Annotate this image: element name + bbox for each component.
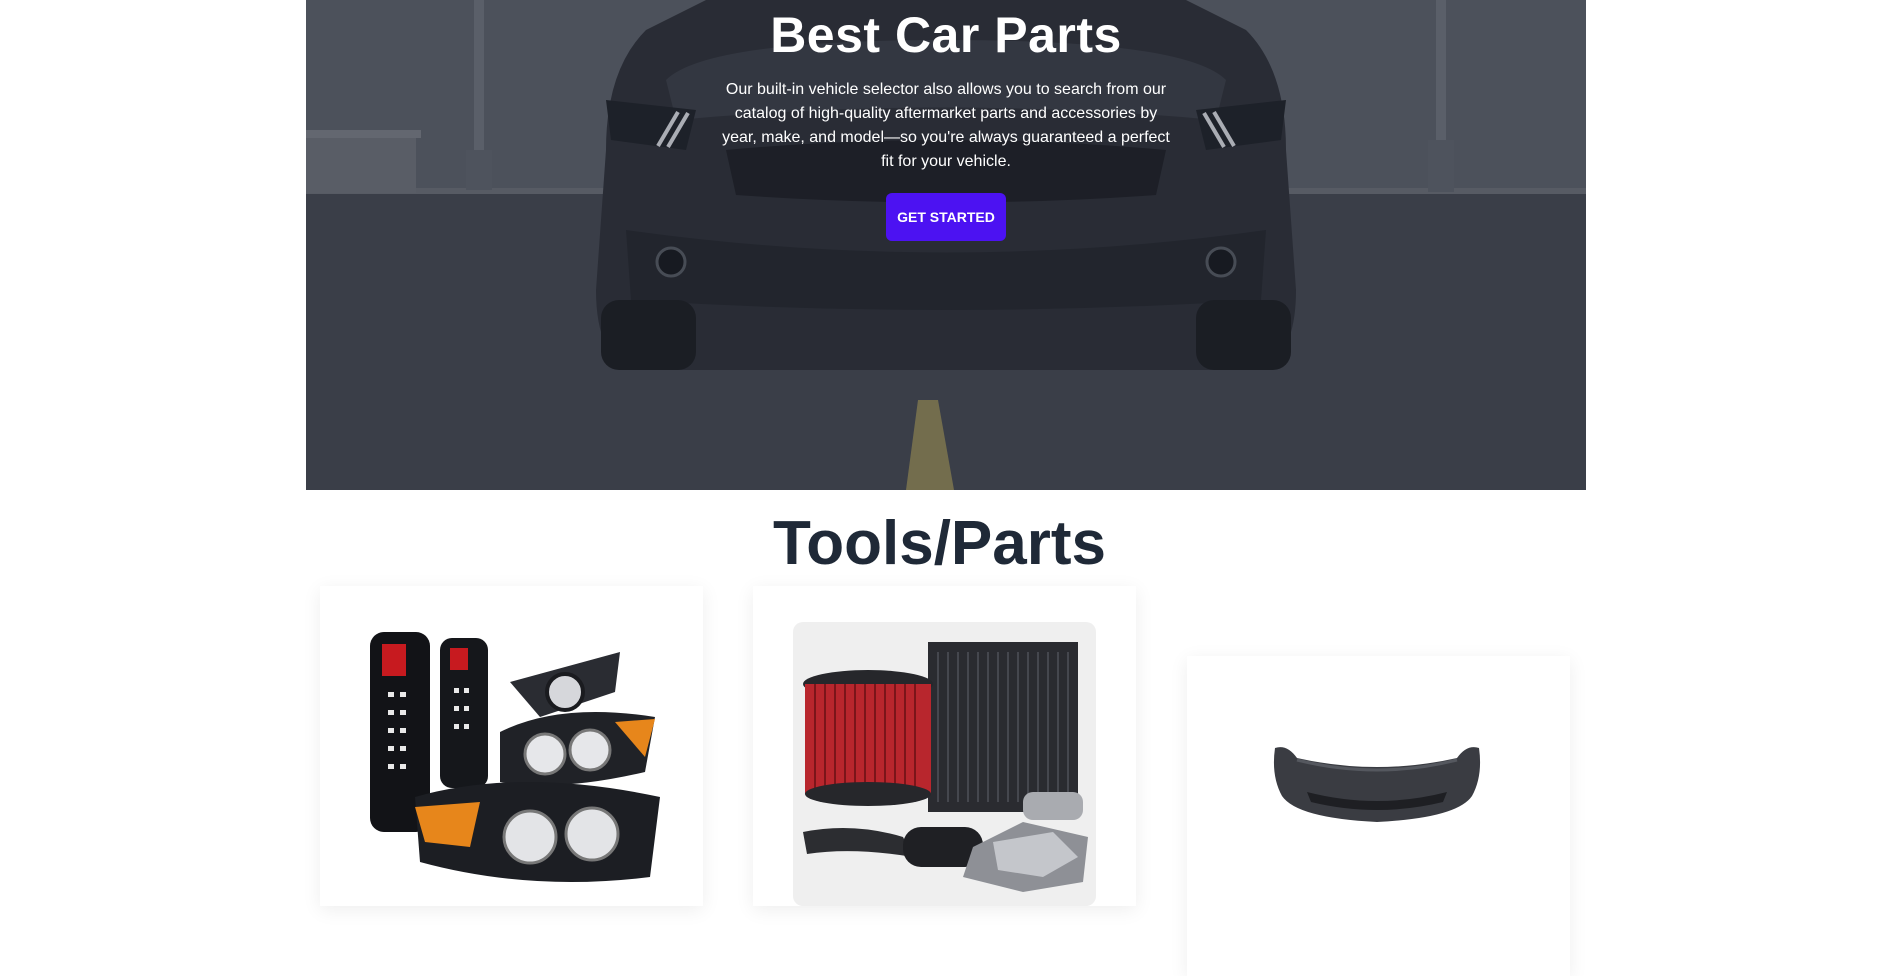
hero-banner: Best Car Parts Our built-in vehicle sele… xyxy=(306,0,1586,490)
product-card-lights[interactable] xyxy=(320,586,703,906)
hero-overlay xyxy=(306,0,1586,490)
get-started-button[interactable]: GET STARTED xyxy=(886,193,1006,241)
lights-image xyxy=(360,622,660,882)
section-title: Tools/Parts xyxy=(772,509,1107,578)
hero-title: Best Car Parts xyxy=(770,7,1122,63)
hero-description: Our built-in vehicle selector also allow… xyxy=(722,81,1170,170)
product-card-performance-parts[interactable] xyxy=(753,586,1136,906)
performance-parts-image xyxy=(793,622,1096,906)
bumper-image xyxy=(1267,736,1487,836)
product-card-bumper[interactable] xyxy=(1187,656,1570,976)
